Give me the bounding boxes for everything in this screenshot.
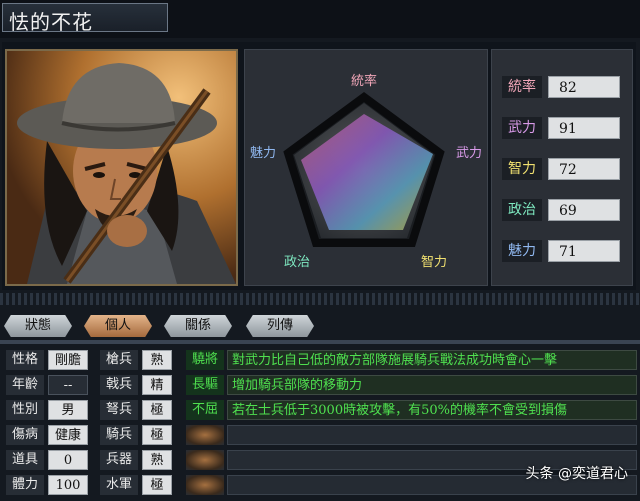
apt-value-crossbow: 極: [142, 400, 172, 420]
stat-radar-chart: 統率 武力 智力 政治 魅力: [250, 73, 482, 270]
attr-label-gender: 性別: [6, 400, 44, 420]
radar-label-zhili: 智力: [421, 255, 447, 270]
skill-description: 增加騎兵部隊的移動力: [227, 375, 637, 395]
stat-label: 智力: [502, 158, 542, 180]
skill-name[interactable]: 不屈: [186, 400, 224, 420]
attr-value-items: 0: [48, 450, 88, 470]
attr-value-age: --: [48, 375, 88, 395]
apt-value-spear: 熟: [142, 350, 172, 370]
stat-value: 72: [548, 158, 620, 180]
attr-value-stamina: 100: [48, 475, 88, 495]
tab-relations[interactable]: 關係: [164, 315, 232, 337]
stat-value: 69: [548, 199, 620, 221]
apt-label-crossbow: 弩兵: [100, 400, 138, 420]
skill-slot-empty[interactable]: [186, 475, 224, 495]
stat-row-tongshuai: 統率 82: [502, 76, 626, 100]
attr-label-stamina: 體力: [6, 475, 44, 495]
attr-label-injury: 傷病: [6, 425, 44, 445]
radar-label-tongshuai: 統率: [351, 73, 377, 89]
apt-label-navy: 水軍: [100, 475, 138, 495]
radar-label-meili: 魅力: [250, 146, 276, 161]
stat-label: 魅力: [502, 240, 542, 262]
attr-label-personality: 性格: [6, 350, 44, 370]
stat-label: 武力: [502, 117, 542, 139]
skill-name[interactable]: 驍將: [186, 350, 224, 370]
stat-label: 統率: [502, 76, 542, 98]
officer-name: 怯的不花: [2, 3, 168, 34]
attr-value-gender: 男: [48, 400, 88, 420]
attr-label-items: 道具: [6, 450, 44, 470]
skill-description: 對武力比自己低的敵方部隊施展騎兵戰法成功時會心一擊: [227, 350, 637, 370]
apt-value-cavalry: 極: [142, 425, 172, 445]
stat-value: 71: [548, 240, 620, 262]
portrait-image: [7, 51, 236, 284]
stat-row-wuli: 武力 91: [502, 117, 626, 141]
apt-value-siege: 熟: [142, 450, 172, 470]
stat-row-meili: 魅力 71: [502, 240, 626, 264]
officer-portrait: [5, 49, 238, 286]
apt-label-spear: 槍兵: [100, 350, 138, 370]
attr-value-personality: 剛膽: [48, 350, 88, 370]
stat-value: 82: [548, 76, 620, 98]
skill-description: 若在士兵低于3000時被攻擊，有50%的機率不會受到損傷: [227, 400, 637, 420]
apt-label-halberd: 戟兵: [100, 375, 138, 395]
tab-underline: [0, 340, 640, 344]
apt-label-siege: 兵器: [100, 450, 138, 470]
radar-panel: 統率 武力 智力 政治 魅力: [244, 49, 488, 286]
radar-label-zhengzhi: 政治: [284, 255, 310, 270]
section-divider: [0, 293, 640, 305]
skill-name[interactable]: 長驅: [186, 375, 224, 395]
apt-value-halberd: 精: [142, 375, 172, 395]
apt-label-cavalry: 騎兵: [100, 425, 138, 445]
tab-status[interactable]: 狀態: [4, 315, 72, 337]
stat-label: 政治: [502, 199, 542, 221]
attr-label-age: 年齡: [6, 375, 44, 395]
watermark-text: 头条 @奕道君心: [525, 466, 628, 482]
skill-description-empty: [227, 425, 637, 445]
stat-value: 91: [548, 117, 620, 139]
radar-label-wuli: 武力: [456, 146, 482, 161]
apt-value-navy: 極: [142, 475, 172, 495]
skill-slot-empty[interactable]: [186, 450, 224, 470]
stat-row-zhili: 智力 72: [502, 158, 626, 182]
tab-biography[interactable]: 列傳: [246, 315, 314, 337]
stats-panel: 統率 82 武力 91 智力 72 政治 69 魅力 71: [491, 49, 633, 286]
attr-value-injury: 健康: [48, 425, 88, 445]
tab-personal[interactable]: 個人: [84, 315, 152, 337]
skill-slot-empty[interactable]: [186, 425, 224, 445]
stat-row-zhengzhi: 政治 69: [502, 199, 626, 223]
